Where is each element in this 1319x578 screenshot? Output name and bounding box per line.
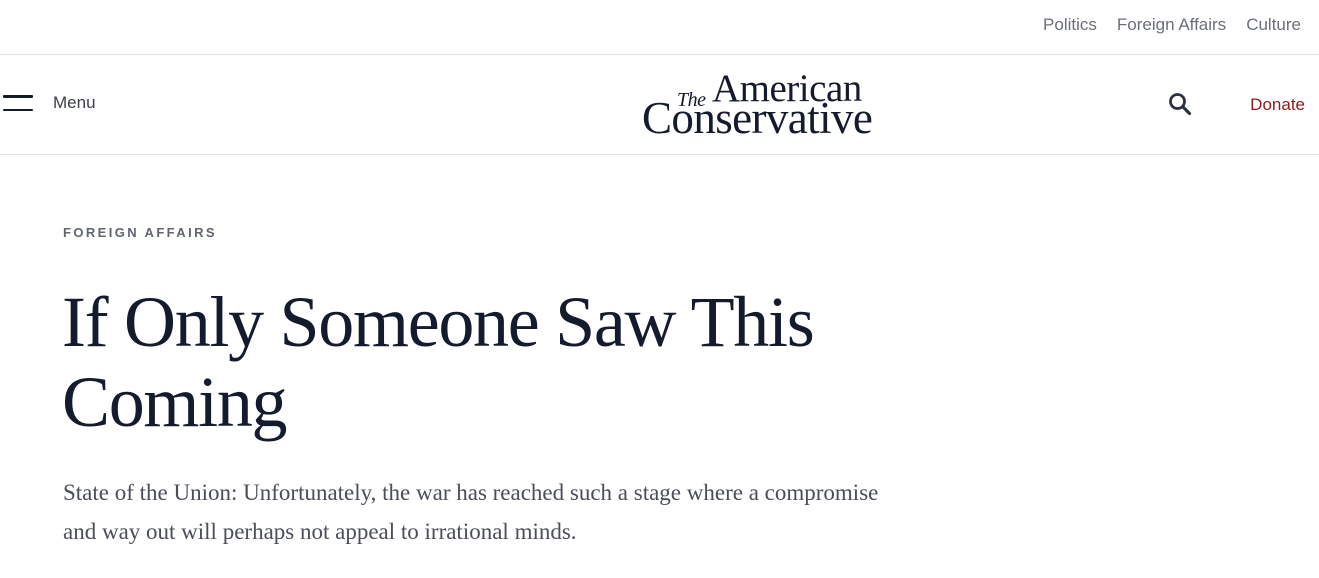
site-logo[interactable]: The American Conservative — [641, 69, 911, 143]
top-utility-bar: Politics Foreign Affairs Culture — [0, 0, 1319, 55]
logo-conservative-text: Conservative — [642, 93, 873, 143]
top-nav-link-culture[interactable]: Culture — [1246, 15, 1301, 35]
site-header: Menu The American Conservative Donate — [0, 55, 1319, 155]
top-nav-link-politics[interactable]: Politics — [1043, 15, 1097, 35]
article-dek: State of the Union: Unfortunately, the w… — [63, 480, 879, 544]
menu-label: Menu — [53, 93, 96, 112]
menu-button[interactable]: Menu — [3, 93, 96, 113]
top-nav-link-foreign-affairs[interactable]: Foreign Affairs — [1117, 15, 1226, 35]
article-headline: If Only Someone Saw This Coming — [62, 282, 815, 442]
donate-link[interactable]: Donate — [1250, 95, 1305, 115]
top-nav: Politics Foreign Affairs Culture — [1043, 15, 1301, 35]
search-icon[interactable] — [1167, 91, 1193, 117]
hamburger-icon — [3, 95, 33, 111]
article-category-link[interactable]: FOREIGN AFFAIRS — [63, 225, 217, 240]
